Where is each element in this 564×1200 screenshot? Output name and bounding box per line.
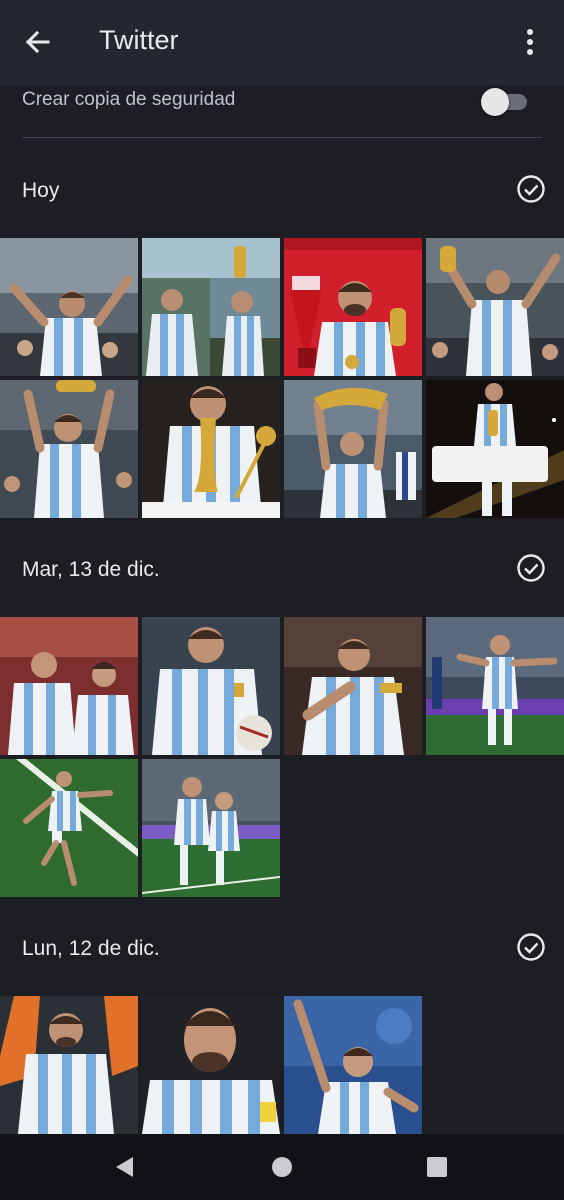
section-label: Lun, 12 de dic. [22,937,160,960]
section-label: Mar, 13 de dic. [22,558,160,581]
more-vert-icon[interactable] [512,24,548,60]
photo-thumbnail[interactable] [0,617,138,755]
photo-thumbnail[interactable] [142,996,280,1134]
app-bar: Twitter [0,0,564,85]
photo-thumbnail[interactable] [0,380,138,518]
photo-thumbnail[interactable] [142,380,280,518]
photo-thumbnail[interactable] [142,759,280,897]
select-all-check-icon[interactable] [515,931,547,963]
photo-thumbnail[interactable] [426,380,564,518]
photo-thumbnail[interactable] [142,617,280,755]
photo-thumbnail[interactable] [284,238,422,376]
select-all-check-icon[interactable] [515,173,547,205]
photo-thumbnail[interactable] [284,380,422,518]
nav-recents-square-icon[interactable] [420,1150,454,1184]
photo-thumbnail[interactable] [426,617,564,755]
back-arrow-icon[interactable] [18,22,58,62]
nav-back-triangle-icon[interactable] [109,1150,143,1184]
section-header-hoy: Hoy [0,173,564,213]
nav-home-circle-icon[interactable] [265,1150,299,1184]
page-title: Twitter [99,25,179,55]
section-header-mar-13: Mar, 13 de dic. [0,552,564,592]
photo-thumbnail[interactable] [284,996,422,1134]
backup-toggle[interactable] [481,88,529,116]
select-all-check-icon[interactable] [515,552,547,584]
photo-thumbnail[interactable] [142,238,280,376]
backup-label: Crear copia de seguridad [22,89,236,110]
section-label: Hoy [22,179,60,202]
system-nav-bar [0,1134,564,1200]
photo-thumbnail[interactable] [0,238,138,376]
photo-thumbnail[interactable] [284,617,422,755]
photo-thumbnail[interactable] [426,238,564,376]
backup-row: Crear copia de seguridad [0,85,564,139]
section-header-lun-12: Lun, 12 de dic. [0,931,564,971]
toggle-thumb [481,88,509,116]
divider [22,137,542,138]
photo-thumbnail[interactable] [0,996,138,1134]
photo-thumbnail[interactable] [0,759,138,897]
